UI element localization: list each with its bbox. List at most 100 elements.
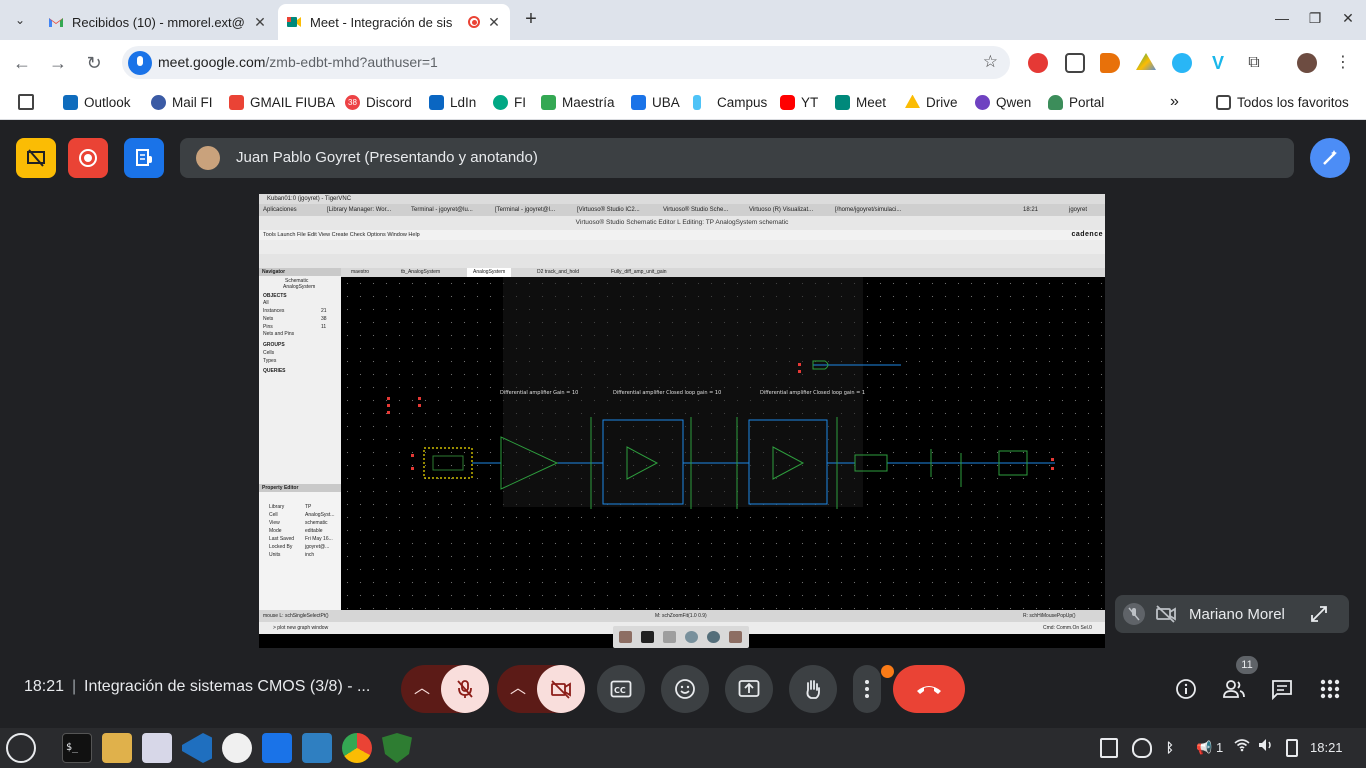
bookmark-drive[interactable]: Drive: [905, 93, 958, 111]
expand-icon[interactable]: [1309, 604, 1329, 624]
camera-options-chevron-icon[interactable]: ︿: [507, 677, 529, 701]
edge-extension-icon[interactable]: [1172, 53, 1192, 73]
drive-icon: [905, 94, 920, 108]
files-folder-icon[interactable]: [102, 733, 132, 763]
bookmark-star-icon[interactable]: ☆: [983, 52, 998, 72]
docs-icon[interactable]: [262, 733, 292, 763]
security-shield-icon[interactable]: [1132, 738, 1152, 758]
vscode-icon[interactable]: [182, 733, 212, 763]
annotate-pen-button[interactable]: [1310, 138, 1350, 178]
bookmark-fi[interactable]: FI: [493, 93, 526, 111]
bookmark-discord[interactable]: 38 Discord: [345, 93, 412, 111]
profile-avatar[interactable]: [1297, 53, 1317, 73]
close-tab-icon[interactable]: ✕: [252, 14, 268, 30]
prop-label: Last Saved: [269, 536, 295, 542]
raise-hand-button[interactable]: [789, 665, 837, 713]
bookmark-meet[interactable]: Meet: [835, 93, 886, 111]
recording-button[interactable]: [68, 138, 108, 178]
nav-row: Instances: [263, 308, 285, 314]
terminal-icon[interactable]: $_: [62, 733, 92, 763]
tab-search-button[interactable]: ⌄: [10, 10, 30, 30]
shield-app-icon[interactable]: [382, 733, 412, 763]
megaphone-extension-icon[interactable]: [1100, 53, 1120, 73]
bluetooth-icon[interactable]: ᛒ: [1166, 738, 1174, 758]
title-separator: |: [72, 678, 77, 695]
forward-icon[interactable]: →: [47, 52, 69, 74]
more-vert-icon: [865, 680, 869, 698]
adblock-extension-icon[interactable]: [1028, 53, 1048, 73]
mint-menu-icon[interactable]: [6, 733, 36, 763]
minimize-icon[interactable]: —: [1272, 10, 1292, 26]
chat-button[interactable]: [1268, 675, 1296, 703]
bookmark-linkedin[interactable]: LdIn: [429, 93, 476, 111]
extensions-puzzle-icon[interactable]: ⧉: [1244, 53, 1264, 73]
apps-grid-icon[interactable]: [18, 94, 34, 110]
close-window-icon[interactable]: ✕: [1338, 10, 1358, 27]
new-tab-button[interactable]: +: [520, 8, 542, 30]
volume-icon[interactable]: [1258, 738, 1274, 758]
remote-task-item: [Library Manager: Wor...: [327, 207, 392, 213]
text-editor-icon[interactable]: [142, 733, 172, 763]
wifi-icon[interactable]: [1234, 738, 1250, 758]
chrome-icon[interactable]: [342, 733, 372, 763]
bookmark-uba[interactable]: UBA: [631, 93, 680, 111]
maximize-icon[interactable]: ❐: [1305, 10, 1325, 27]
battery-icon[interactable]: [1286, 739, 1298, 757]
more-options-button[interactable]: [853, 665, 881, 713]
folder-icon: [619, 631, 632, 643]
prop-value: jgoyret@...: [305, 544, 330, 550]
chrome-menu-icon[interactable]: ⋮: [1333, 53, 1353, 73]
drive-extension-icon[interactable]: [1136, 53, 1156, 70]
mic-toggle-button[interactable]: [441, 665, 489, 713]
virtuoso-tabs: maestro tb_AnalogSystem AnalogSystem D2 …: [341, 268, 1105, 277]
self-participant-tile[interactable]: Mariano Morel: [1115, 595, 1349, 633]
schematic-canvas[interactable]: Differential amplifier Gain = 10 Differe…: [341, 277, 1105, 610]
address-bar[interactable]: meet.google.com/zmb-edbt-mhd?authuser=1 …: [122, 46, 1010, 79]
taskbar-clock: 18:21: [1310, 740, 1343, 755]
transcript-button[interactable]: [124, 138, 164, 178]
bookmarks-overflow-button[interactable]: »: [1170, 93, 1179, 111]
mail-fi-icon: [151, 94, 166, 110]
bookmark-outlook[interactable]: Outlook: [63, 93, 131, 111]
vimeo-extension-icon[interactable]: V: [1208, 53, 1228, 73]
back-icon[interactable]: ←: [11, 52, 33, 74]
close-tab-icon[interactable]: ✕: [486, 14, 502, 30]
stop-presenting-button[interactable]: [16, 138, 56, 178]
tab-gmail[interactable]: Recibidos (10) - mmorel.ext@ ✕: [40, 4, 276, 40]
virtuoso-tab: maestro: [351, 269, 370, 275]
recording-indicator-icon: [468, 16, 480, 28]
bookmark-campus[interactable]: Campus: [693, 93, 767, 111]
annotation-amp1: Differential amplifier Gain = 10: [500, 390, 578, 396]
bookmark-maestria[interactable]: Maestría: [541, 93, 615, 111]
prop-value: AnalogSyst...: [305, 512, 335, 518]
leave-call-button[interactable]: [893, 665, 965, 713]
all-bookmarks-folder[interactable]: Todos los favoritos: [1216, 93, 1349, 111]
annotation-amp3: Differential amplifier Closed loop gain …: [760, 390, 865, 396]
reactions-button[interactable]: [661, 665, 709, 713]
clipboard-tray-icon[interactable]: [1100, 738, 1118, 758]
bookmark-portal[interactable]: Portal: [1048, 93, 1104, 111]
bookmark-mail-fi[interactable]: Mail FI: [151, 93, 213, 111]
maestria-icon: [541, 94, 556, 110]
captions-button[interactable]: CC: [597, 665, 645, 713]
camera-toggle-button[interactable]: [537, 665, 585, 713]
url-path: /zmb-edbt-mhd?authuser=1: [265, 54, 438, 70]
tab-meet[interactable]: Meet - Integración de sis ✕: [278, 4, 510, 40]
nav-row: All: [263, 300, 269, 306]
meeting-details-button[interactable]: [1172, 675, 1200, 703]
present-screen-button[interactable]: [725, 665, 773, 713]
people-button[interactable]: [1220, 675, 1248, 703]
virtuoso-toolbar-1: [259, 240, 1105, 254]
selected-instance: [423, 447, 473, 479]
cast-extension-icon[interactable]: [1065, 53, 1085, 73]
activities-button[interactable]: [1316, 675, 1344, 703]
camera-control: ︿: [497, 665, 585, 713]
bookmark-qwen[interactable]: Qwen: [975, 93, 1031, 111]
bookmark-gmail-fiuba[interactable]: GMAIL FIUBA: [229, 93, 335, 111]
notifications-icon[interactable]: 📢: [1196, 738, 1212, 758]
bookmark-yt[interactable]: YT: [780, 93, 818, 111]
vnc-viewer-icon[interactable]: [302, 733, 332, 763]
mic-options-chevron-icon[interactable]: ︿: [411, 677, 433, 701]
reload-icon[interactable]: ↻: [83, 52, 105, 74]
app-icon[interactable]: [222, 733, 252, 763]
